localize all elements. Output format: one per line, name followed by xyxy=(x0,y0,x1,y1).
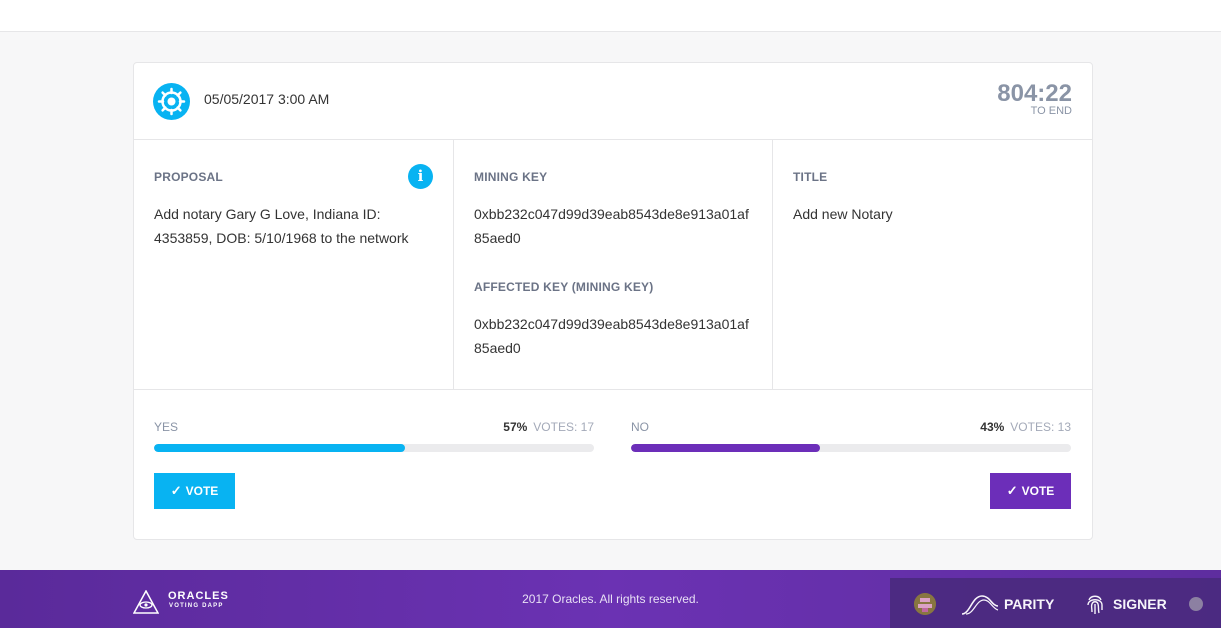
parity-label: PARITY xyxy=(1004,596,1055,612)
no-percent: 43% xyxy=(980,420,1005,434)
yes-percent: 57% xyxy=(503,420,528,434)
top-bar xyxy=(0,0,1221,32)
timer-value: 804:22 xyxy=(997,80,1072,107)
votes-section: YES 57% VOTES: 17 ✓ VOTE NO 43% VOTES: 13 ✓… xyxy=(134,391,1092,541)
info-icon[interactable]: i xyxy=(408,164,433,189)
affected-key-label: AFFECTED KEY (MINING KEY) xyxy=(474,280,654,294)
ballot-details: PROPOSAL i Add notary Gary G Love, India… xyxy=(134,140,1092,390)
vote-yes-button[interactable]: ✓ VOTE xyxy=(154,473,235,509)
title-label: TITLE xyxy=(793,170,828,184)
title-column: TITLE Add new Notary xyxy=(773,140,1092,390)
yes-stats: 57% VOTES: 17 xyxy=(503,420,594,434)
mining-key-label: MINING KEY xyxy=(474,170,548,184)
parity-icon xyxy=(961,595,999,615)
ballot-header: 05/05/2017 3:00 AM 804:22 TO END xyxy=(134,63,1092,140)
proposal-text: Add notary Gary G Love, Indiana ID: 4353… xyxy=(154,206,409,246)
keys-column: MINING KEY 0xbb232c047d99d39eab8543de8e9… xyxy=(454,140,773,390)
countdown-timer: 804:22 TO END xyxy=(997,80,1072,118)
signer-label: SIGNER xyxy=(1113,596,1167,612)
fingerprint-icon xyxy=(1087,595,1103,614)
no-progress-bar xyxy=(631,444,1071,452)
yes-vote-row: YES 57% VOTES: 17 xyxy=(154,420,594,434)
vote-yes-label: VOTE xyxy=(185,484,219,498)
yes-label: YES xyxy=(154,420,179,434)
affected-key-value: 0xbb232c047d99d39eab8543de8e913a01af85ae… xyxy=(474,316,749,356)
yes-votes-count: VOTES: 17 xyxy=(533,420,594,434)
yes-progress-bar xyxy=(154,444,594,452)
no-votes-count: VOTES: 13 xyxy=(1010,420,1071,434)
no-progress-fill xyxy=(631,444,821,452)
no-stats: 43% VOTES: 13 xyxy=(980,420,1071,434)
vote-no-label: VOTE xyxy=(1021,484,1055,498)
ballot-card: 05/05/2017 3:00 AM 804:22 TO END PROPOSA… xyxy=(133,62,1093,540)
identicon-icon xyxy=(914,593,936,615)
parity-extension-bar: PARITY SIGNER xyxy=(890,578,1221,628)
ballot-type-icon xyxy=(153,83,190,120)
signer-link[interactable]: SIGNER xyxy=(1085,592,1167,616)
mining-key-value: 0xbb232c047d99d39eab8543de8e913a01af85ae… xyxy=(474,206,749,246)
vote-no-button[interactable]: ✓ VOTE xyxy=(990,473,1071,509)
account-avatar[interactable] xyxy=(914,593,936,615)
ballot-date: 05/05/2017 3:00 AM xyxy=(204,91,330,107)
proposal-label: PROPOSAL xyxy=(154,170,223,184)
title-value: Add new Notary xyxy=(793,206,893,222)
proposal-column: PROPOSAL i Add notary Gary G Love, India… xyxy=(134,140,454,390)
checkmark-icon: ✓ xyxy=(1006,483,1018,498)
status-indicator xyxy=(1189,597,1203,611)
footer: ORACLES VOTING DAPP 2017 Oracles. All ri… xyxy=(0,570,1221,628)
parity-link[interactable]: PARITY xyxy=(960,592,1054,616)
no-label: NO xyxy=(631,420,649,434)
yes-progress-fill xyxy=(154,444,405,452)
checkmark-icon: ✓ xyxy=(170,483,182,498)
no-vote-row: NO 43% VOTES: 13 xyxy=(631,420,1071,434)
